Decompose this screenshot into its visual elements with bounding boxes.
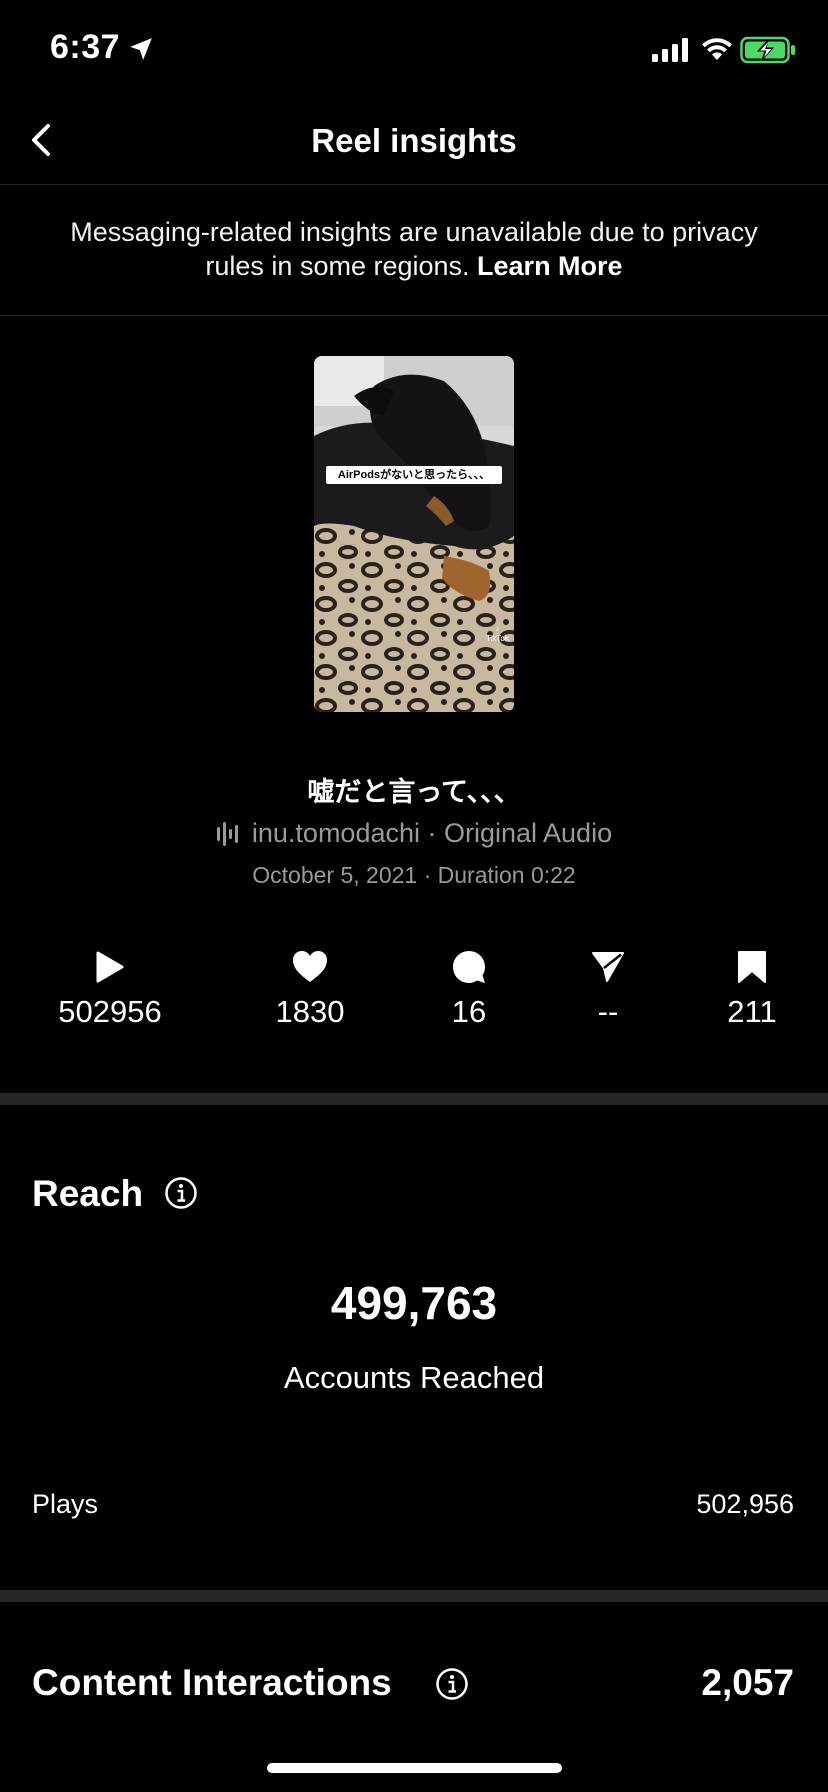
plays-label: Plays [32,1489,99,1519]
status-bar: 6:37 [0,0,828,100]
status-time: 6:37 [50,28,121,66]
privacy-notice: Messaging-related insights are unavailab… [0,185,828,316]
stat-comments-value: 16 [451,994,487,1029]
battery-charging-icon [740,36,795,64]
home-indicator[interactable] [267,1763,562,1773]
stat-plays[interactable]: 502956 [30,950,190,1030]
reel-thumbnail-image [314,356,514,712]
bookmark-icon [738,951,766,983]
section-divider [0,1093,828,1105]
wifi-icon [702,38,732,60]
notice-message: Messaging-related insights are unavailab… [70,217,758,281]
reel-audio-text: inu.tomodachi · Original Audio [251,818,613,848]
stat-likes[interactable]: 1830 [230,950,390,1030]
reel-insights-screen: 6:37 Reel insights Messaging-related ins… [0,0,828,1792]
reach-title: Reach [32,1173,144,1214]
page-title: Reel insights [311,122,517,159]
play-icon [96,951,124,983]
location-arrow-icon [130,38,152,60]
stat-comments[interactable]: 16 [389,950,549,1030]
stat-saves[interactable]: 211 [672,950,828,1030]
cellular-signal-icon [652,38,688,62]
learn-more-link[interactable]: Learn More [477,251,623,281]
navigation-header: Reel insights [0,100,828,185]
heart-icon [293,951,327,982]
engagement-stats: 502956 1830 16 -- 211 [0,950,828,1040]
reel-date-duration: October 5, 2021 · Duration 0:22 [252,862,576,888]
privacy-notice-text: Messaging-related insights are unavailab… [60,215,768,283]
stat-plays-value: 502956 [58,994,162,1029]
thumbnail-overlay-text: AirPodsがないと思ったら、、、 [326,466,502,484]
reel-caption: 嘘だと言って、、、 [307,777,521,807]
accounts-reached-label: Accounts Reached [283,1360,545,1395]
content-interactions-value: 2,057 [701,1662,794,1703]
tiktok-watermark: ♪ TikTok [486,624,509,643]
reach-info-icon[interactable] [164,1176,198,1210]
content-interactions-title: Content Interactions [32,1662,392,1703]
section-divider [0,1590,828,1602]
audio-waveform-icon [216,822,238,846]
content-interactions-info-icon[interactable] [435,1667,469,1701]
send-paper-plane-icon [592,952,624,982]
reel-audio[interactable]: inu.tomodachi · Original Audio [0,818,828,849]
plays-value: 502,956 [696,1489,794,1519]
stat-likes-value: 1830 [275,994,345,1029]
comment-bubble-icon [453,951,485,983]
reel-thumbnail[interactable]: AirPodsがないと思ったら、、、 ♪ TikTok [314,356,514,712]
stat-shares-value: -- [597,994,619,1029]
accounts-reached-value: 499,763 [330,1277,498,1329]
stat-shares[interactable]: -- [528,950,688,1030]
tiktok-watermark-label: TikTok [486,634,509,643]
stat-saves-value: 211 [727,994,777,1029]
